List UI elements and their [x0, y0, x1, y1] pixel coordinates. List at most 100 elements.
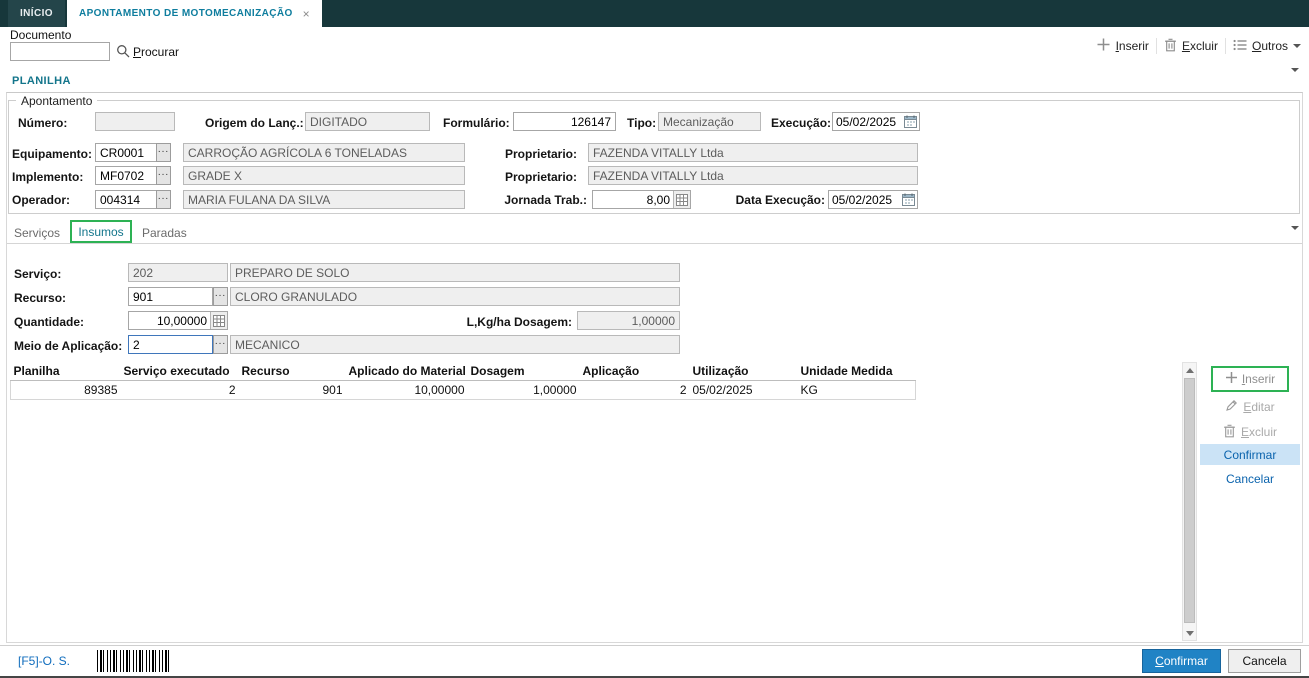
meio-aplicacao-code-input[interactable]	[128, 335, 213, 354]
search-icon[interactable]	[116, 44, 130, 61]
data-execucao-input[interactable]	[829, 191, 900, 208]
recurso-label: Recurso:	[14, 291, 67, 305]
insert-button[interactable]: Inserir	[1096, 37, 1149, 55]
numero-label: Número:	[18, 116, 68, 130]
collapse-caret-icon[interactable]	[1291, 68, 1299, 72]
grid-cancel-button[interactable]: Cancelar	[1200, 469, 1300, 489]
equipamento-desc-input	[183, 143, 465, 162]
implemento-code-input[interactable]	[95, 166, 157, 185]
cell-aplicado[interactable]: 10,00000	[345, 380, 468, 400]
cell-utilizacao[interactable]: 05/02/2025	[689, 380, 798, 400]
chevron-down-icon	[1293, 44, 1301, 48]
execucao-date-field[interactable]	[832, 112, 920, 131]
tab-paradas[interactable]: Paradas	[142, 226, 187, 240]
grid-delete-label: Excluir	[1240, 425, 1278, 439]
grid-header-planilha[interactable]: Planilha	[10, 362, 121, 381]
calendar-icon[interactable]	[902, 113, 919, 130]
tab-inicio-label: INÍCIO	[20, 8, 53, 19]
grid-header-dosagem[interactable]: Dosagem	[467, 362, 580, 381]
grid-header-row: Planilha Serviço executado Recurso Aplic…	[10, 362, 916, 381]
meio-aplicacao-desc-input	[230, 335, 680, 354]
cell-servico-executado[interactable]: 2	[120, 380, 239, 400]
top-actions: Inserir Excluir Outros	[1096, 36, 1301, 56]
operador-lookup-button[interactable]	[156, 190, 171, 209]
tab-inicio[interactable]: INÍCIO	[8, 0, 65, 27]
grid-header-recurso[interactable]: Recurso	[238, 362, 346, 381]
barcode-image	[97, 650, 171, 672]
confirm-button[interactable]: Confirmar	[1142, 649, 1221, 673]
recurso-lookup-button[interactable]	[213, 287, 228, 306]
tab-planilha[interactable]: PLANILHA	[12, 75, 71, 87]
scrollbar-thumb[interactable]	[1184, 378, 1195, 623]
tab-apontamento[interactable]: APONTAMENTO DE MOTOMECANIZAÇÃO ×	[66, 0, 323, 27]
calendar-icon[interactable]	[900, 191, 917, 208]
app-window: INÍCIO APONTAMENTO DE MOTOMECANIZAÇÃO × …	[0, 0, 1309, 678]
confirm-button-label: Confirmar	[1155, 654, 1208, 668]
delete-label: Excluir	[1181, 39, 1218, 53]
operador-code-input[interactable]	[95, 190, 157, 209]
list-icon	[1233, 39, 1247, 54]
grid-delete-button[interactable]: Excluir	[1200, 422, 1300, 442]
execucao-date-input[interactable]	[833, 113, 902, 130]
equipamento-label: Equipamento:	[12, 147, 92, 161]
insert-label: Inserir	[1115, 39, 1149, 53]
grid-scrollbar[interactable]	[1182, 362, 1197, 641]
data-execucao-label: Data Execução:	[735, 193, 825, 207]
recurso-code-input[interactable]	[128, 287, 213, 306]
meio-aplicacao-label: Meio de Aplicação:	[14, 339, 123, 353]
close-tab-icon[interactable]: ×	[303, 7, 310, 21]
cancel-button[interactable]: Cancela	[1228, 649, 1301, 673]
calculator-icon[interactable]	[673, 191, 690, 208]
proprietario-equip-input	[588, 143, 918, 162]
origem-label: Origem do Lanç.:	[205, 116, 304, 130]
equipamento-lookup-button[interactable]	[156, 143, 171, 162]
grid-insert-button[interactable]: Inserir	[1211, 366, 1289, 392]
quantidade-field[interactable]	[128, 311, 228, 330]
cell-dosagem[interactable]: 1,00000	[467, 380, 580, 400]
dosagem-label: L,Kg/ha Dosagem:	[466, 315, 572, 329]
meio-aplicacao-lookup-button[interactable]	[213, 335, 228, 354]
grid-header-servico-executado[interactable]: Serviço executado	[120, 362, 239, 381]
operador-desc-input	[183, 190, 465, 209]
search-button[interactable]: Procurar	[133, 45, 179, 59]
jornada-field[interactable]	[592, 190, 691, 209]
proprietario-impl-label: Proprietario:	[505, 170, 578, 184]
cell-recurso[interactable]: 901	[238, 380, 346, 400]
pencil-icon	[1225, 399, 1238, 415]
others-button[interactable]: Outros	[1233, 39, 1301, 54]
quantidade-input[interactable]	[129, 312, 210, 329]
grid-edit-label: Editar	[1243, 400, 1275, 414]
scroll-up-button[interactable]	[1183, 363, 1196, 377]
grid-insert-label: Inserir	[1241, 372, 1276, 386]
grid-header-utilizacao[interactable]: Utilização	[689, 362, 798, 381]
servico-code-input	[128, 263, 228, 282]
collapse-caret-icon[interactable]	[1291, 226, 1299, 230]
others-label: Outros	[1251, 39, 1288, 53]
grid-row[interactable]: 89385 2 901 10,00000 1,00000 2 05/02/202…	[10, 380, 916, 400]
formulario-input[interactable]	[513, 112, 616, 131]
calculator-icon[interactable]	[210, 312, 227, 329]
os-shortcut-link[interactable]: [F5]-O. S.	[18, 654, 70, 668]
cell-planilha[interactable]: 89385	[10, 380, 121, 400]
implemento-desc-input	[183, 166, 465, 185]
data-execucao-field[interactable]	[828, 190, 918, 209]
tab-servicos[interactable]: Serviços	[14, 226, 60, 240]
grid-header-aplicacao[interactable]: Aplicação	[579, 362, 690, 381]
grid-header-unidade-medida[interactable]: Unidade Medida	[797, 362, 916, 381]
cell-unidade-medida[interactable]: KG	[797, 380, 916, 400]
formulario-label: Formulário:	[443, 116, 510, 130]
insumos-grid: Planilha Serviço executado Recurso Aplic…	[10, 362, 916, 400]
equipamento-code-input[interactable]	[95, 143, 157, 162]
grid-edit-button[interactable]: Editar	[1200, 397, 1300, 417]
grid-confirm-button[interactable]: Confirmar	[1200, 444, 1300, 465]
scroll-down-button[interactable]	[1183, 626, 1196, 640]
delete-button[interactable]: Excluir	[1164, 38, 1218, 55]
document-input[interactable]	[10, 42, 110, 61]
numero-input	[95, 112, 175, 131]
implemento-lookup-button[interactable]	[156, 166, 171, 185]
grid-header-aplicado[interactable]: Aplicado do Material	[345, 362, 468, 381]
jornada-input[interactable]	[593, 191, 673, 208]
tab-insumos[interactable]: Insumos	[70, 220, 132, 243]
grid-cancel-label: Cancelar	[1225, 472, 1275, 486]
cell-aplicacao[interactable]: 2	[579, 380, 690, 400]
